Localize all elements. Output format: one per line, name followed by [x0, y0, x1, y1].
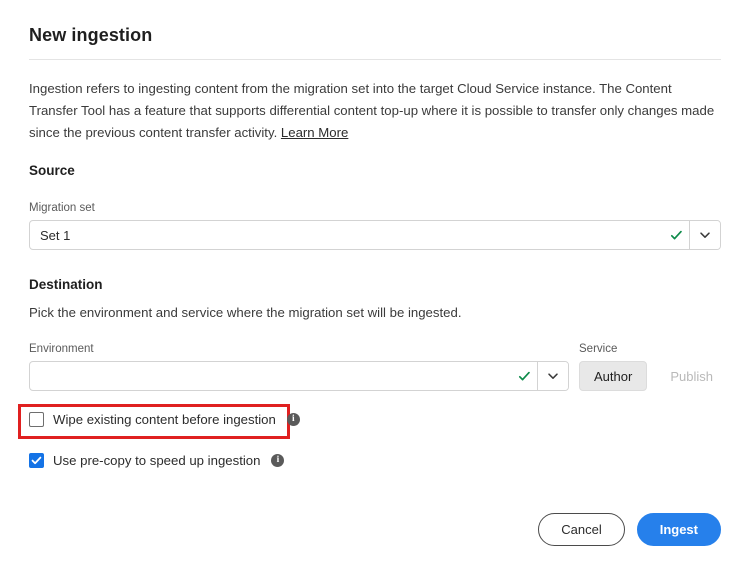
- migration-set-label: Migration set: [29, 202, 95, 214]
- info-icon[interactable]: i: [271, 454, 285, 467]
- destination-heading: Destination: [29, 277, 103, 292]
- option-label-wipe-existing-content[interactable]: Wipe existing content before ingestion: [53, 412, 276, 427]
- intro-text: Ingestion refers to ingesting content fr…: [29, 81, 715, 140]
- info-icon[interactable]: i: [286, 413, 300, 426]
- checkmark-icon: [663, 221, 689, 249]
- ingest-button[interactable]: Ingest: [636, 513, 721, 546]
- cancel-button[interactable]: Cancel: [538, 513, 625, 546]
- learn-more-link[interactable]: Learn More: [281, 125, 348, 140]
- title-divider: [29, 59, 721, 60]
- checkbox-wipe-existing-content[interactable]: [29, 412, 44, 427]
- page-title: New ingestion: [29, 25, 153, 45]
- source-heading: Source: [29, 163, 75, 178]
- option-row-wipe-existing-content[interactable]: Wipe existing content before ingestion i: [29, 412, 300, 427]
- environment-combobox[interactable]: [29, 361, 569, 391]
- migration-set-input[interactable]: [30, 221, 663, 249]
- dialog-footer: Cancel Ingest: [0, 513, 721, 546]
- option-label-use-pre-copy[interactable]: Use pre-copy to speed up ingestion: [53, 453, 260, 468]
- service-toggle-group: Author Publish: [579, 361, 728, 391]
- new-ingestion-dialog: New ingestion Ingestion refers to ingest…: [0, 0, 750, 577]
- checkmark-icon: [511, 362, 537, 390]
- service-label: Service: [579, 343, 618, 355]
- service-option-author[interactable]: Author: [579, 361, 648, 391]
- service-option-publish[interactable]: Publish: [655, 361, 728, 391]
- environment-input[interactable]: [30, 362, 511, 390]
- checkbox-use-pre-copy[interactable]: [29, 453, 44, 468]
- environment-label: Environment: [29, 343, 94, 355]
- option-row-use-pre-copy[interactable]: Use pre-copy to speed up ingestion i: [29, 453, 285, 468]
- chevron-down-icon[interactable]: [689, 221, 720, 249]
- chevron-down-icon[interactable]: [537, 362, 568, 390]
- migration-set-combobox[interactable]: [29, 220, 721, 250]
- destination-description: Pick the environment and service where t…: [29, 305, 462, 320]
- intro-paragraph: Ingestion refers to ingesting content fr…: [29, 78, 721, 144]
